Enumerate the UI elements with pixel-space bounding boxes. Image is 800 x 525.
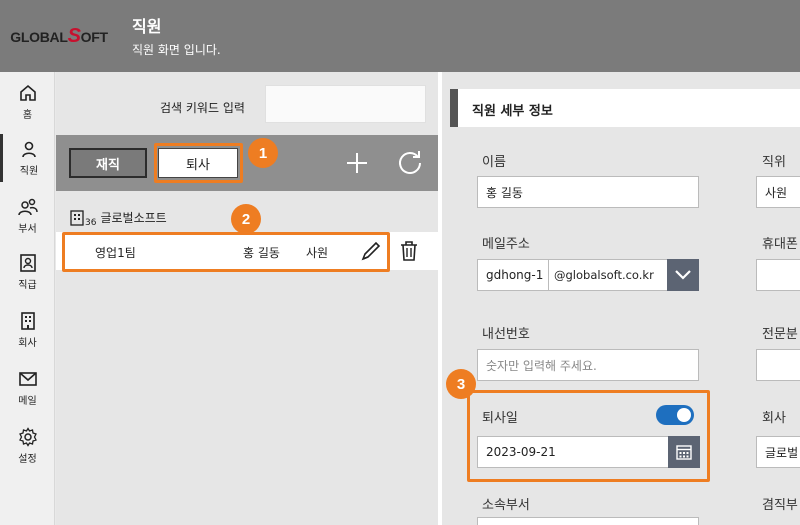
employee-list-panel: 검색 키워드 입력 재직 퇴사 36 글로벌소프트 영업1팀 홍 길동 사원: [56, 72, 438, 525]
position-select[interactable]: 사원: [756, 176, 800, 208]
phone-field[interactable]: [756, 259, 800, 291]
extension-field[interactable]: 숫자만 입력해 주세요.: [477, 349, 699, 381]
page-subtitle: 직원 화면 입니다.: [132, 43, 221, 57]
highlight-box: [467, 390, 710, 482]
nav-item-home[interactable]: 홈: [0, 78, 55, 126]
refresh-icon[interactable]: [396, 149, 424, 177]
nav-label: 메일: [18, 396, 37, 407]
trash-icon[interactable]: [399, 240, 419, 262]
specialty-field[interactable]: [756, 349, 800, 381]
specialty-label: 전문분: [762, 327, 798, 342]
nav-item-employee[interactable]: 직원: [0, 134, 55, 182]
nav-label: 직급: [18, 280, 37, 291]
nav-item-department[interactable]: 부서: [0, 192, 55, 240]
badge-icon: [19, 254, 36, 272]
callout-badge: 2: [231, 204, 261, 234]
list-toolbar: 재직 퇴사: [56, 135, 438, 191]
side-nav: 홈 직원 부서 직급 회사 메일 설정: [0, 72, 55, 525]
person-icon: [22, 141, 36, 158]
nav-item-company[interactable]: 회사: [0, 306, 55, 354]
building-icon: [70, 210, 84, 226]
email-id-field[interactable]: gdhong-1: [477, 259, 549, 291]
chevron-down-icon: [675, 270, 691, 280]
phone-label: 휴대폰: [762, 237, 798, 252]
email-domain-dropdown[interactable]: [667, 259, 699, 291]
highlight-box: [154, 143, 243, 183]
add-icon[interactable]: [345, 151, 369, 175]
name-label: 이름: [482, 155, 506, 170]
detail-title: 직원 세부 정보: [472, 104, 553, 119]
search-input[interactable]: [265, 85, 426, 123]
nav-label: 부서: [18, 224, 37, 235]
header-accent-bar: [450, 89, 458, 127]
callout-badge: 3: [446, 369, 476, 399]
nav-item-settings[interactable]: 설정: [0, 422, 55, 470]
home-icon: [19, 84, 36, 101]
mail-icon: [18, 372, 37, 386]
nav-label: 설정: [18, 454, 37, 465]
email-domain-field[interactable]: @globalsoft.co.kr: [548, 259, 668, 291]
search-label: 검색 키워드 입력: [160, 101, 245, 115]
nav-label: 홈: [22, 110, 33, 121]
org-tree-root[interactable]: 36 글로벌소프트: [70, 202, 167, 228]
nav-item-rank[interactable]: 직급: [0, 248, 55, 296]
gear-icon: [18, 427, 37, 447]
nav-label: 직원: [19, 166, 39, 177]
email-label: 메일주소: [482, 237, 530, 252]
org-name: 글로벌소프트: [100, 211, 167, 225]
department-label: 소속부서: [482, 498, 530, 513]
building-icon: [20, 312, 35, 330]
page-title: 직원: [132, 17, 162, 36]
company-label: 회사: [762, 411, 786, 426]
people-icon: [17, 198, 38, 216]
callout-badge: 1: [248, 138, 278, 168]
detail-header: 직원 세부 정보: [450, 89, 800, 127]
highlight-box: [62, 232, 390, 272]
concurrent-dept-label: 겸직부: [762, 498, 798, 513]
name-field[interactable]: 홍 길동: [477, 176, 699, 208]
department-field[interactable]: [477, 517, 699, 525]
company-field[interactable]: 글로벌: [756, 436, 800, 468]
extension-label: 내선번호: [482, 327, 530, 342]
org-count: 36: [85, 218, 97, 228]
app-header: GLOBALSOFT 직원 직원 화면 입니다.: [0, 0, 800, 72]
nav-item-mail[interactable]: 메일: [0, 364, 55, 412]
tab-employed[interactable]: 재직: [69, 148, 147, 178]
position-label: 직위: [762, 155, 786, 170]
nav-label: 회사: [18, 338, 37, 349]
company-logo: GLOBALSOFT: [10, 24, 108, 47]
